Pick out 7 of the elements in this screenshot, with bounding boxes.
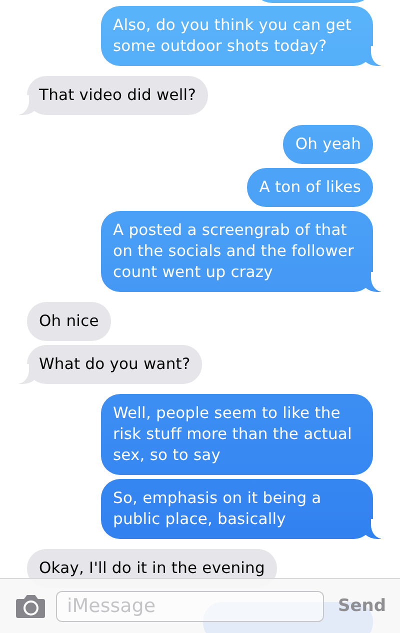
message-bubble: Well, people seem to like the risk stuff more than the actual sex, so to say xyxy=(101,394,373,475)
message-bubble: Oh nice xyxy=(27,302,111,341)
message-bubble: Oh yeah xyxy=(283,125,373,164)
camera-icon[interactable] xyxy=(15,594,46,618)
message-field[interactable]: iMessage xyxy=(56,590,324,622)
message-bubble: A ton of likes xyxy=(247,168,373,207)
send-button[interactable]: Send xyxy=(334,592,386,620)
